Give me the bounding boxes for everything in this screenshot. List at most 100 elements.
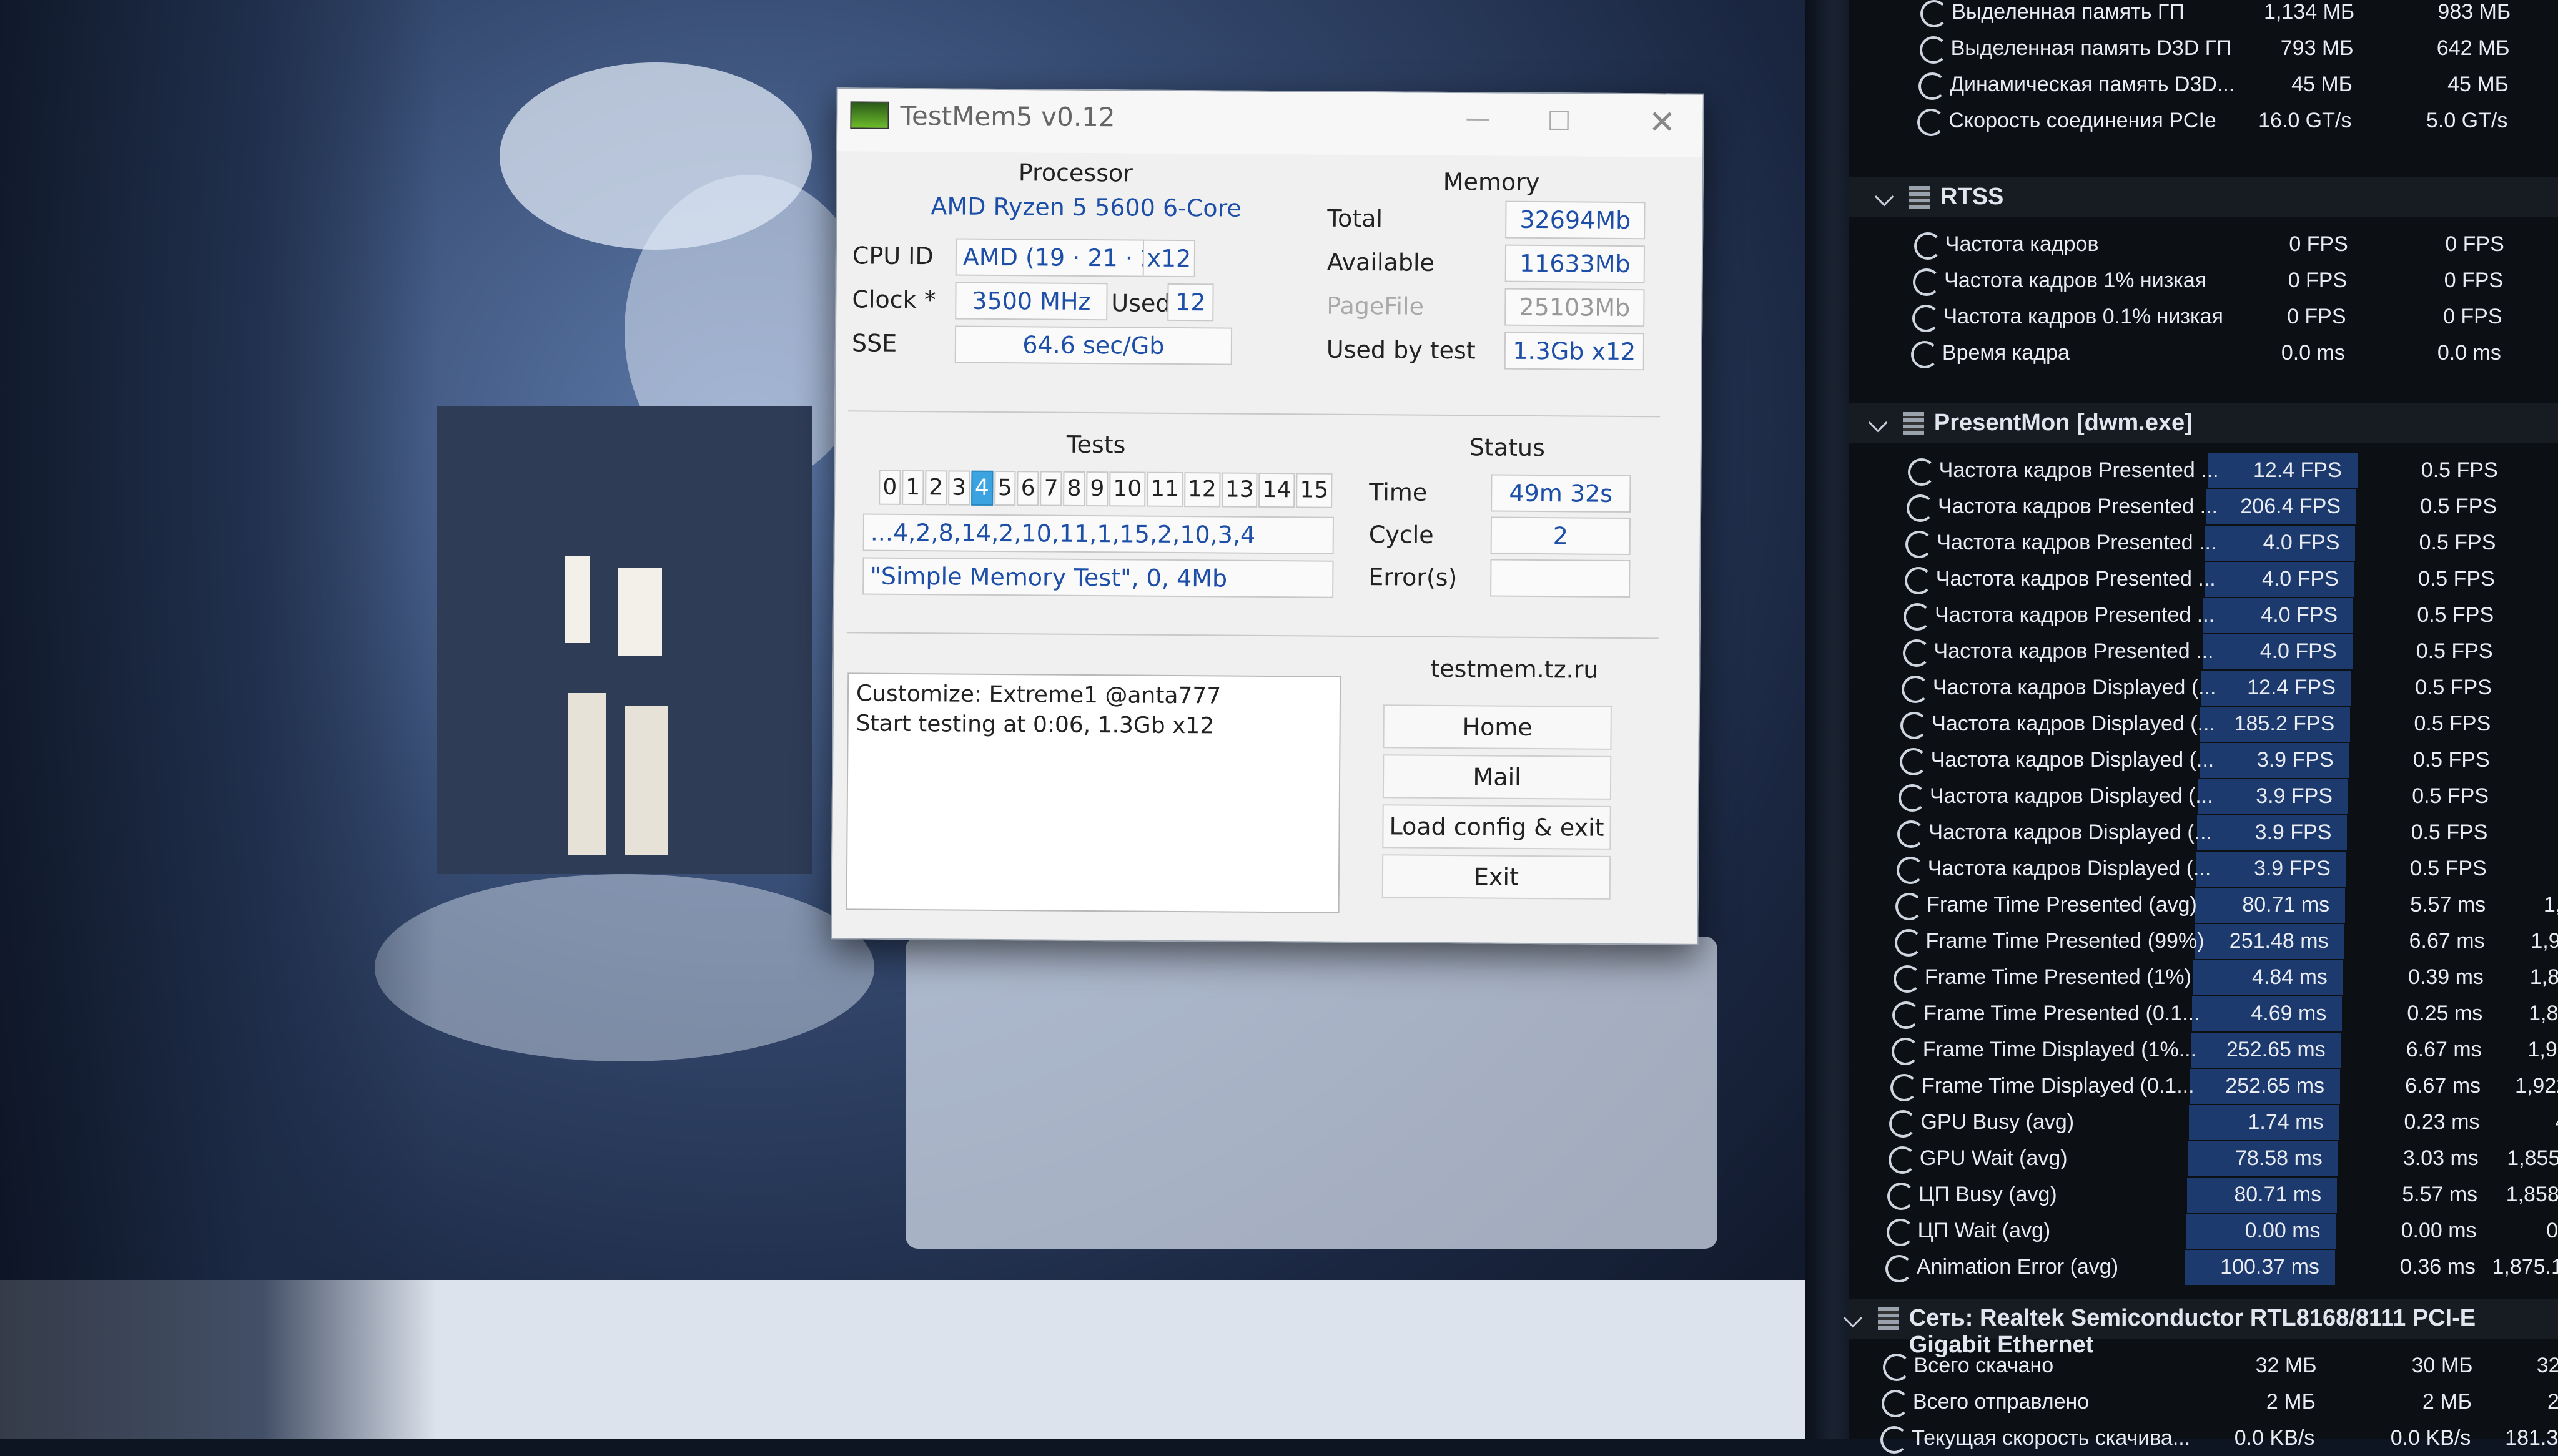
monitor-row[interactable]: Frame Time Displayed (0.1... 252.65 ms 6.6… [1849,1069,2558,1104]
mail-button[interactable]: Mail [1382,754,1612,800]
sensor-name: Частота кадров Presented ... [1935,567,2216,591]
monitor-row[interactable]: Частота кадров 0 FPS 0 FPS [1849,227,2558,262]
monitor-row[interactable]: Frame Time Presented (1%) 4.84 ms 0.39 ms 1… [1849,960,2558,995]
sensor-value-min: 0.5 FPS [2412,748,2490,772]
sensor-name: Всего отправлено [1912,1390,2090,1414]
load-config-exit-button[interactable]: Load config & exit [1382,804,1611,850]
monitor-row[interactable]: Текущая скорость скачива... 0.0 KB/s 0.0 K… [1849,1421,2558,1456]
monitor-row[interactable]: GPU Busy (avg) 1.74 ms 0.23 ms 4 [1849,1105,2558,1140]
sensor-group-header[interactable]: ⌵ PresentMon [dwm.exe] [1849,403,2558,443]
site-link[interactable]: testmem.tz.ru [1430,655,1598,684]
test-cell: 8 [1063,471,1085,506]
sensor-value-min: 0 FPS [2444,268,2504,292]
chevron-down-icon[interactable]: ⌵ [1869,410,1887,438]
sensor-refresh-icon [1901,676,1929,703]
monitor-row[interactable]: Скорость соединения PCIe 16.0 GT/s 5.0 GT/… [1849,104,2558,139]
sensor-refresh-icon [1912,305,1940,332]
monitor-row[interactable]: ЦП Wait (avg) 0.00 ms 0.00 ms 0. [1849,1214,2558,1249]
maximize-button[interactable]: □ [1534,100,1584,138]
sensor-name: Частота кадров Displayed (... [1930,748,2215,772]
exit-button[interactable]: Exit [1381,854,1611,900]
pagefile-label: PageFile [1326,292,1425,320]
sensor-name: Frame Time Displayed (1%... [1922,1038,2197,1061]
monitor-row[interactable]: Frame Time Presented (0.1... 4.69 ms 0.25 … [1849,996,2558,1031]
hardware-monitor-panel[interactable]: Выделенная память ГП 1,134 МБ 983 МБ Выделе… [1844,0,2558,1454]
sensor-name: Выделенная память D3D ГП [1950,36,2232,60]
sensor-value-max: 1,858. [2506,1183,2558,1206]
sensor-name: Frame Time Presented (1%) [1924,965,2191,989]
monitor-row[interactable]: Частота кадров Displayed (... 12.4 FPS 0.5… [1849,671,2558,706]
monitor-row[interactable]: Frame Time Presented (99%) 251.48 ms 6.67 … [1849,924,2558,959]
monitor-row[interactable]: Frame Time Presented (avg) 80.71 ms 5.57 m… [1849,888,2558,923]
sensor-refresh-icon [1899,784,1927,812]
monitor-row[interactable]: Частота кадров Displayed (... 3.9 FPS 0.5 … [1849,743,2558,778]
sensor-refresh-icon [1899,748,1927,775]
close-button[interactable]: ✕ [1634,101,1690,145]
monitor-row[interactable]: Выделенная память ГП 1,134 МБ 983 МБ [1849,0,2558,30]
test-cell: 0 [879,470,901,505]
sensor-refresh-icon [1889,1110,1917,1138]
sensor-name: Frame Time Displayed (0.1... [1922,1074,2195,1098]
chevron-down-icon[interactable]: ⌵ [1844,1305,1862,1333]
sensor-refresh-icon [1881,1390,1909,1417]
cycle-label: Cycle [1368,521,1434,549]
home-button[interactable]: Home [1383,704,1612,750]
sensor-value-current: 252.65 ms [2226,1038,2326,1061]
test-cell: 11 [1146,471,1183,508]
sensor-value-min: 0.00 ms [2401,1219,2477,1242]
monitor-row[interactable]: Частота кадров Displayed (... 3.9 FPS 0.5 … [1849,779,2558,814]
sensor-refresh-icon [1902,639,1930,667]
sensor-value-current: 0 FPS [2289,232,2348,256]
clock-field: 3500 MHz [955,282,1108,321]
sensor-refresh-icon [1897,820,1925,848]
monitor-row[interactable]: Частота кадров 1% низкая 0 FPS 0 FPS [1849,263,2558,298]
monitor-row[interactable]: GPU Wait (avg) 78.58 ms 3.03 ms 1,855. [1849,1141,2558,1176]
monitor-row[interactable]: Frame Time Displayed (1%... 252.65 ms 6.67… [1849,1033,2558,1068]
monitor-row[interactable]: Всего отправлено 2 МБ 2 МБ 2 [1849,1385,2558,1420]
threads-field: x12 [1142,239,1196,278]
sensor-value-current: 252.65 ms [2225,1074,2325,1098]
sensor-value-current: 4.0 FPS [2261,567,2339,591]
sensor-value-current: 4.84 ms [2251,965,2328,989]
monitor-row[interactable]: Частота кадров Presented ... 206.4 FPS 0.5… [1849,489,2558,524]
monitor-row[interactable]: Частота кадров Displayed (... 3.9 FPS 0.5 … [1849,815,2558,850]
monitor-row[interactable]: Динамическая память D3D... 45 МБ 45 МБ [1849,67,2558,102]
monitor-row[interactable]: Частота кадров Presented ... 4.0 FPS 0.5 F… [1849,562,2558,597]
sensor-group-header[interactable]: ⌵ RTSS [1849,177,2558,217]
monitor-row[interactable]: Частота кадров 0.1% низкая 0 FPS 0 FPS [1849,300,2558,335]
processor-header: Processor [1018,159,1133,187]
testmem5-window[interactable]: TestMem5 v0.12 — □ ✕ Processor AMD Ryzen… [831,87,1704,945]
monitor-row[interactable]: Animation Error (avg) 100.37 ms 0.36 ms 1,8… [1849,1250,2558,1285]
monitor-row[interactable]: Частота кадров Displayed (... 3.9 FPS 0.5 … [1849,852,2558,887]
clock-label: Clock * [852,285,936,314]
background-foliage [0,0,437,1439]
sensor-value-current: 32 МБ [2255,1354,2317,1377]
sensor-value-current: 45 МБ [2291,72,2353,96]
errors-field [1490,559,1631,598]
log-box[interactable]: Customize: Extreme1 @anta777 Start testi… [846,672,1341,913]
status-header: Status [1469,433,1546,462]
monitor-row[interactable]: Выделенная память D3D ГП 793 МБ 642 МБ [1849,31,2558,66]
monitor-row[interactable]: Время кадра 0.0 ms 0.0 ms [1849,336,2558,371]
sensor-value-min: 0 FPS [2443,305,2502,328]
title-bar[interactable]: TestMem5 v0.12 — □ ✕ [837,89,1703,157]
monitor-row[interactable]: Всего скачано 32 МБ 30 МБ 32 [1849,1349,2558,1384]
monitor-row[interactable]: Частота кадров Presented ... 4.0 FPS 0.5 F… [1849,598,2558,633]
monitor-row[interactable]: ЦП Busy (avg) 80.71 ms 5.57 ms 1,858. [1849,1178,2558,1213]
chevron-down-icon[interactable]: ⌵ [1875,184,1894,212]
sensor-value-min: 0.23 ms [2404,1110,2480,1134]
monitor-row[interactable]: Частота кадров Displayed (... 185.2 FPS 0.… [1849,707,2558,742]
sensor-group-name: RTSS [1940,184,2004,210]
sensor-group-header[interactable]: ⌵ Сеть: Realtek Semiconductor RTL8168/811… [1844,1299,2558,1358]
sensor-value-current: 12.4 FPS [2253,458,2342,482]
minimize-button[interactable]: — [1453,99,1503,137]
monitor-row[interactable]: Частота кадров Presented ... 4.0 FPS 0.5 F… [1849,634,2558,669]
sensor-value-current: 4.0 FPS [2263,531,2340,554]
background-window-light [625,706,668,855]
monitor-row[interactable]: Частота кадров Presented ... 4.0 FPS 0.5 F… [1849,526,2558,561]
monitor-row[interactable]: Частота кадров Presented ... 12.4 FPS 0.5 … [1849,453,2558,488]
sensor-value-current: 3.9 FPS [2253,857,2331,880]
sensor-refresh-icon [1896,857,1924,884]
sensor-value-min: 0.5 FPS [2411,820,2488,844]
sensor-name: Выделенная память ГП [1952,0,2185,24]
